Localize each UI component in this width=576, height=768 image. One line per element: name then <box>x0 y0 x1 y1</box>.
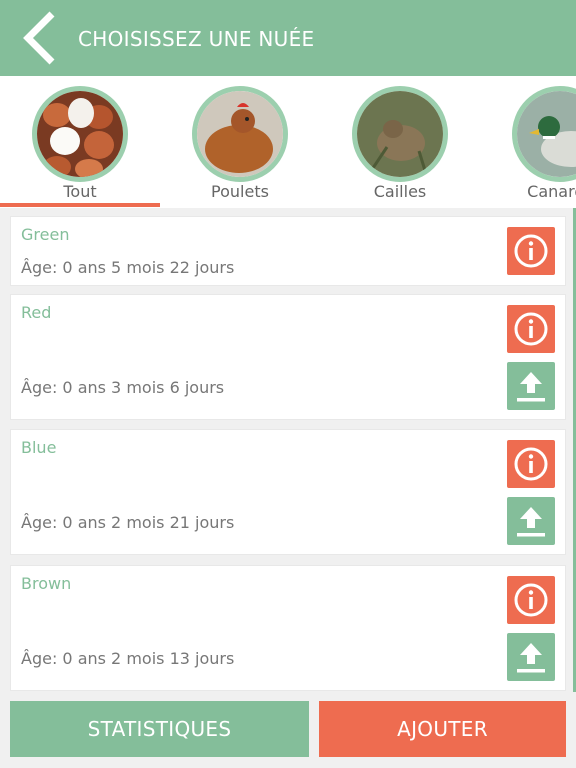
tab-chickens[interactable]: Poulets <box>160 76 320 208</box>
statistics-button[interactable]: STATISTIQUES <box>10 701 309 757</box>
upload-button[interactable] <box>507 633 555 681</box>
duck-image <box>512 86 576 182</box>
chevron-left-icon <box>23 11 55 65</box>
chicken-image <box>192 86 288 182</box>
upload-button[interactable] <box>507 362 555 410</box>
eggs-image <box>32 86 128 182</box>
back-button[interactable] <box>14 8 62 68</box>
info-button[interactable] <box>507 576 555 624</box>
active-tab-indicator <box>0 203 160 207</box>
app-header: CHOISISSEZ UNE NUÉE <box>0 0 576 76</box>
tab-ducks[interactable]: Canards <box>480 76 576 208</box>
upload-icon <box>517 372 545 402</box>
flock-name: Blue <box>21 438 57 457</box>
upload-button[interactable] <box>507 497 555 545</box>
tab-quails[interactable]: Cailles <box>320 76 480 208</box>
upload-icon <box>517 507 545 537</box>
info-icon <box>514 447 548 481</box>
flock-card-red[interactable]: Red Âge: 0 ans 3 mois 6 jours <box>10 294 566 420</box>
flock-card-green[interactable]: Green Âge: 0 ans 5 mois 22 jours <box>10 216 566 286</box>
info-icon <box>514 583 548 617</box>
quail-image <box>352 86 448 182</box>
flock-age: Âge: 0 ans 3 mois 6 jours <box>21 378 225 397</box>
info-icon <box>514 234 548 268</box>
tab-label-chickens: Poulets <box>211 182 269 201</box>
info-button[interactable] <box>507 227 555 275</box>
footer-actions: STATISTIQUES AJOUTER <box>0 692 576 768</box>
flock-age: Âge: 0 ans 2 mois 21 jours <box>21 513 235 532</box>
tab-label-ducks: Canards <box>527 182 576 201</box>
add-button[interactable]: AJOUTER <box>319 701 566 757</box>
flock-age: Âge: 0 ans 5 mois 22 jours <box>21 258 235 277</box>
flock-name: Red <box>21 303 52 322</box>
flock-card-blue[interactable]: Blue Âge: 0 ans 2 mois 21 jours <box>10 429 566 555</box>
info-button[interactable] <box>507 440 555 488</box>
category-tabs: Tout Poulets Cailles Canar <box>0 76 576 208</box>
flock-name: Brown <box>21 574 72 593</box>
flock-age: Âge: 0 ans 2 mois 13 jours <box>21 649 235 668</box>
flock-list[interactable]: Green Âge: 0 ans 5 mois 22 jours Red Âge… <box>0 208 576 692</box>
flock-card-brown[interactable]: Brown Âge: 0 ans 2 mois 13 jours <box>10 565 566 691</box>
tab-label-all: Tout <box>63 182 97 201</box>
tab-all[interactable]: Tout <box>0 76 160 208</box>
tab-label-quails: Cailles <box>373 182 427 201</box>
info-icon <box>514 312 548 346</box>
info-button[interactable] <box>507 305 555 353</box>
page-title: CHOISISSEZ UNE NUÉE <box>78 27 315 51</box>
flock-name: Green <box>21 225 70 244</box>
upload-icon <box>517 643 545 673</box>
